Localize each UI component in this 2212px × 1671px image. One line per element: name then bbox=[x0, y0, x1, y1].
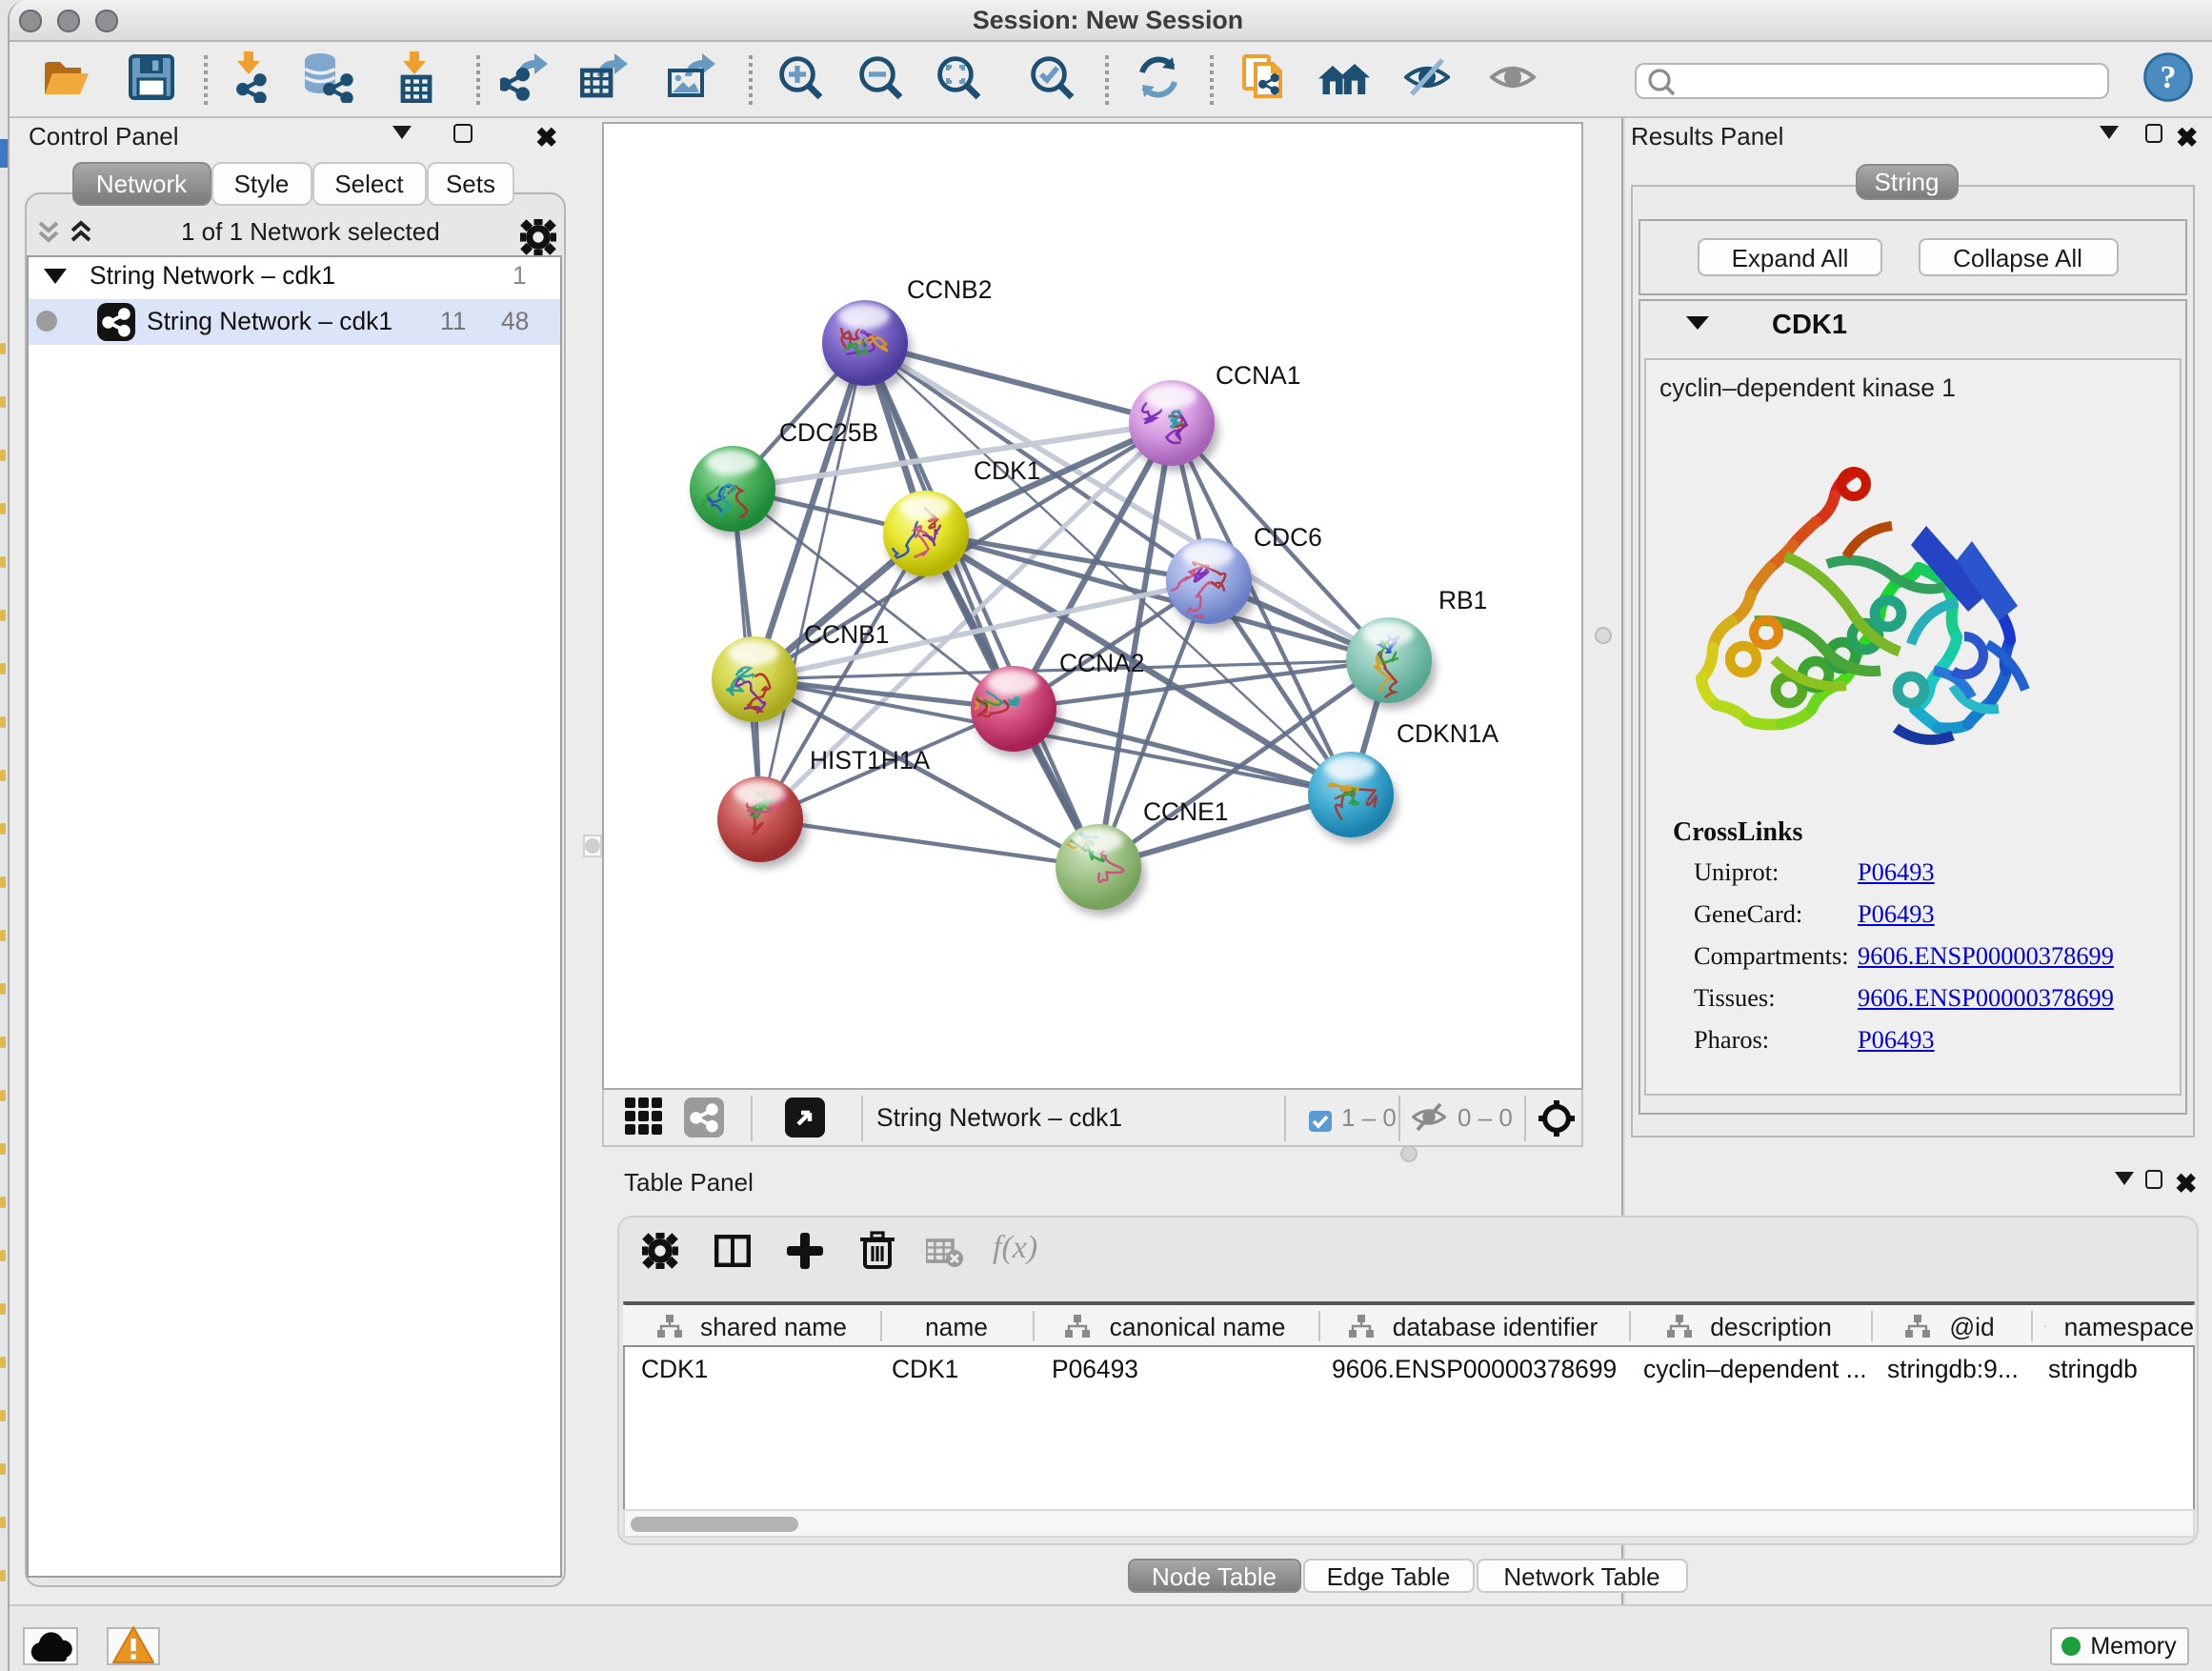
svg-text:CCNB1: CCNB1 bbox=[804, 619, 889, 648]
svg-text:CCNE1: CCNE1 bbox=[1143, 796, 1228, 825]
svg-text:HIST1H1A: HIST1H1A bbox=[810, 745, 931, 774]
svg-text:CDC6: CDC6 bbox=[1254, 522, 1322, 551]
svg-text:CCNB2: CCNB2 bbox=[907, 274, 992, 303]
svg-text:?: ? bbox=[2161, 60, 2177, 95]
svg-text:CDC25B: CDC25B bbox=[779, 417, 878, 446]
svg-text:CDK1: CDK1 bbox=[974, 455, 1040, 484]
svg-text:CDKN1A: CDKN1A bbox=[1397, 718, 1498, 747]
svg-text:RB1: RB1 bbox=[1438, 585, 1487, 614]
svg-text:CCNA1: CCNA1 bbox=[1216, 360, 1300, 389]
svg-text:CCNA2: CCNA2 bbox=[1059, 648, 1144, 676]
